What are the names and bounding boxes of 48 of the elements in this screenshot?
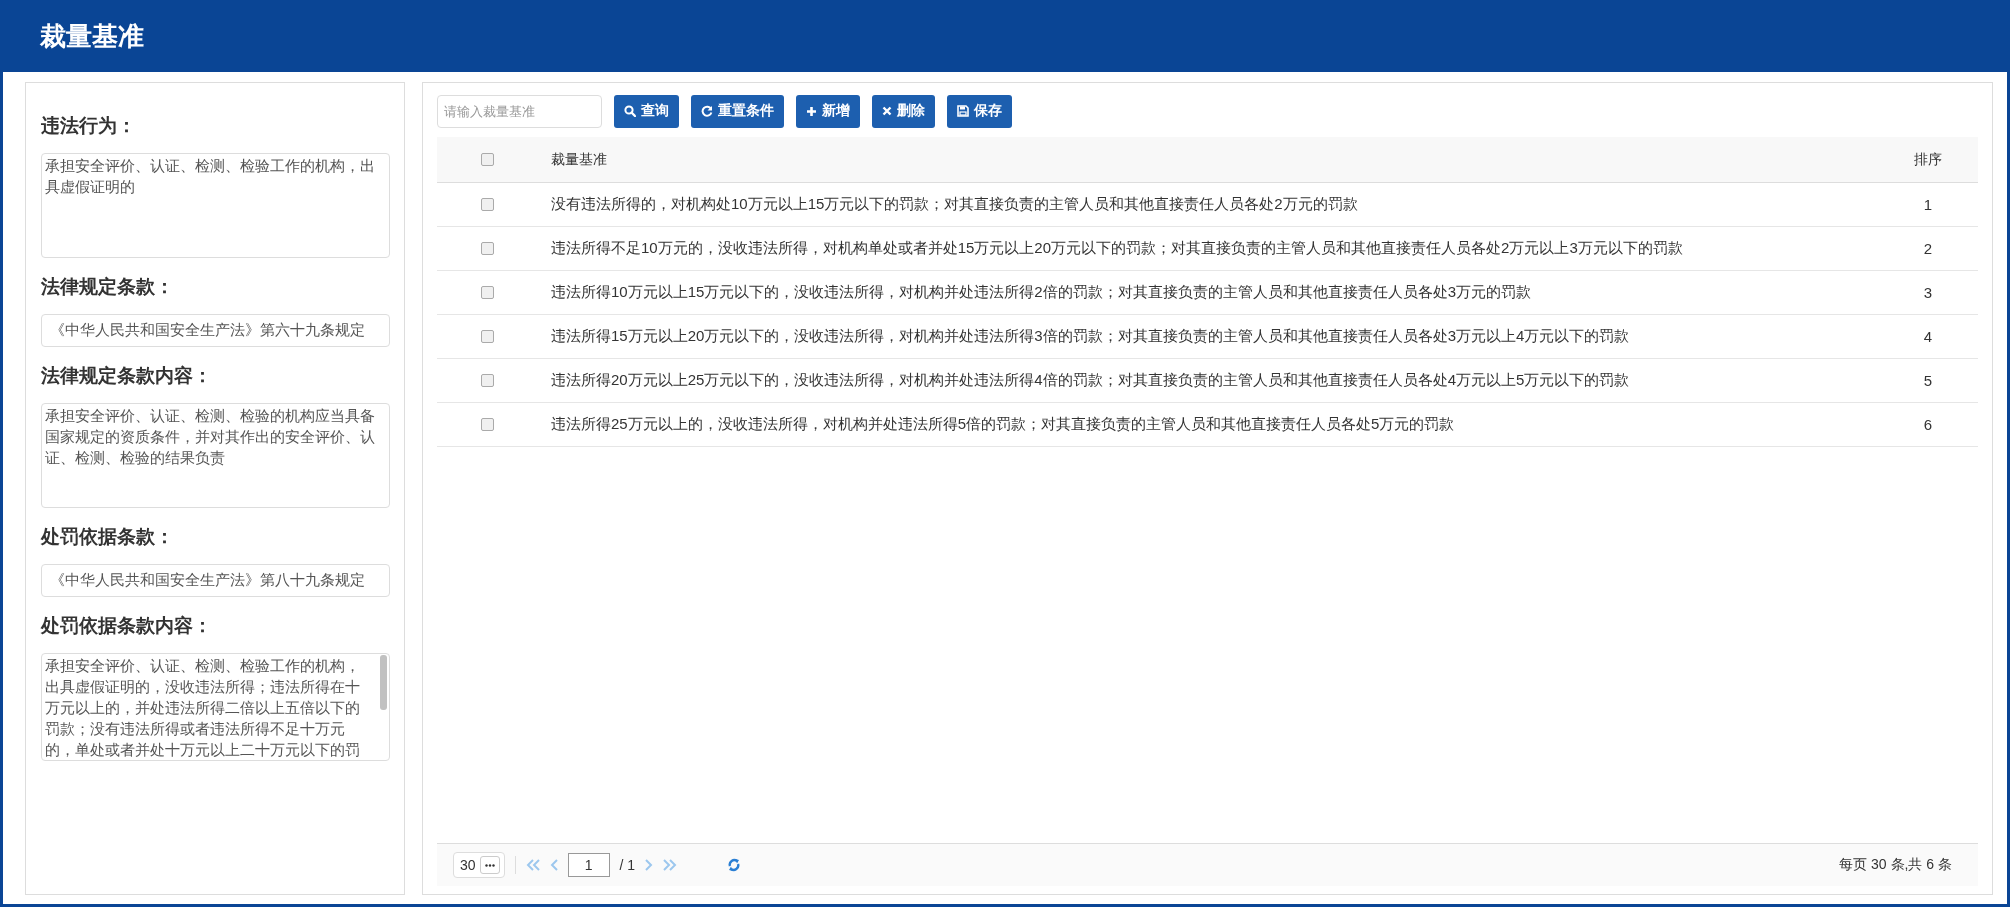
row-checkbox[interactable] — [480, 330, 494, 343]
table-cell-text: 4 — [1922, 328, 1934, 345]
input-field[interactable]: 《中华人民共和国安全生产法》第八十九条规定 — [41, 564, 390, 597]
page-total: / 1 — [619, 857, 636, 873]
select-all-checkbox[interactable] — [480, 153, 494, 166]
more-icon[interactable] — [479, 856, 500, 874]
table-cell-text: 没有违法所得的，对机构处10万元以上15万元以下的罚款；对其直接负责的主管人员和其他直接责任人员各处2万元的罚款 — [550, 195, 1359, 214]
refresh-icon[interactable] — [727, 858, 742, 872]
add-button[interactable]: 新增 — [796, 94, 860, 128]
table-cell-text: 违法所得20万元以上25万元以下的，没收违法所得，对机构并处违法所得4倍的罚款；对其直接负责的主管人员和其他直接责任人员各处4万元以上5万元以下的罚款 — [550, 371, 1631, 390]
text-area[interactable]: 承担安全评价、认证、检测、检验工作的机构，出具虚假证明的 — [41, 153, 390, 258]
text-area[interactable]: 承担安全评价、认证、检测、检验的机构应当具备国家规定的资质条件，并对其作出的安全评价、认证、检测、检验的结果负责 — [41, 403, 390, 508]
field-label: 法律规定条款： — [41, 275, 175, 299]
table-cell-text: 违法所得10万元以上15万元以下的，没收违法所得，对机构并处违法所得2倍的罚款；对其直接负责的主管人员和其他直接责任人员各处3万元的罚款 — [550, 283, 1533, 302]
page-size-select[interactable]: 30 — [453, 852, 505, 878]
table-cell-text: 违法所得25万元以上的，没收违法所得，对机构并处违法所得5倍的罚款；对其直接负责的主管人员和其他直接责任人员各处5万元的罚款 — [550, 415, 1456, 434]
save-button[interactable]: 保存 — [947, 94, 1012, 128]
search-button[interactable]: 查询 — [614, 94, 679, 128]
row-checkbox[interactable] — [480, 286, 494, 299]
reset-button[interactable]: 重置条件 — [691, 94, 784, 128]
input-field[interactable]: 《中华人民共和国安全生产法》第六十九条规定 — [41, 314, 390, 347]
page-title: 裁量基准 — [40, 19, 144, 53]
search-field[interactable]: 请输入裁量基准 — [437, 94, 602, 128]
page-summary: 每页 30 条,共 6 条 — [1839, 856, 1953, 874]
delete-button[interactable]: 删除 — [872, 94, 935, 128]
table-cell-text: 3 — [1922, 284, 1934, 301]
row-checkbox[interactable] — [480, 374, 494, 387]
field-label: 法律规定条款内容： — [41, 364, 213, 388]
page-number-field[interactable]: 1 — [567, 853, 610, 877]
close-icon — [882, 106, 892, 116]
table-cell-text: 1 — [1922, 196, 1934, 213]
row-checkbox[interactable] — [480, 418, 494, 431]
column-header: 裁量基准 — [550, 150, 608, 169]
field-label: 违法行为： — [41, 114, 137, 138]
field-label: 处罚依据条款： — [41, 525, 175, 549]
scrollbar-thumb[interactable] — [380, 655, 387, 710]
row-checkbox[interactable] — [480, 242, 494, 255]
column-header: 排序 — [1913, 150, 1943, 169]
table-cell-text: 2 — [1922, 240, 1934, 257]
table-cell-text: 违法所得不足10万元的，没收违法所得，对机构单处或者并处15万元以上20万元以下的罚款；对其直接负责的主管人员和其他直接责任人员各处2万元以上3万元以下的罚款 — [550, 239, 1684, 258]
table-cell-text: 5 — [1922, 372, 1934, 389]
refresh-icon — [701, 105, 713, 117]
search-icon — [624, 105, 636, 117]
row-checkbox[interactable] — [480, 198, 494, 211]
plus-icon — [806, 105, 817, 117]
table-cell-text: 6 — [1922, 416, 1934, 433]
field-label: 处罚依据条款内容： — [41, 614, 213, 638]
table-cell-text: 违法所得15万元以上20万元以下的，没收违法所得，对机构并处违法所得3倍的罚款；对其直接负责的主管人员和其他直接责任人员各处3万元以上4万元以下的罚款 — [550, 327, 1631, 346]
